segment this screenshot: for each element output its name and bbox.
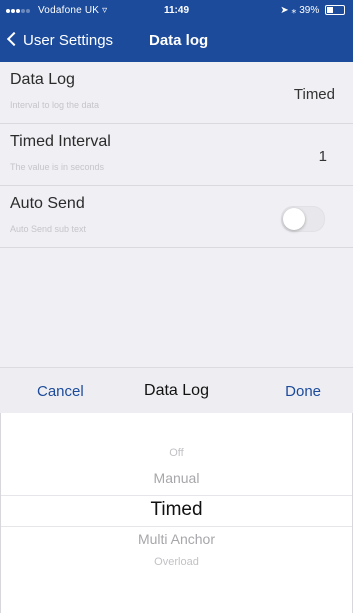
row-auto-send: Auto Send Auto Send sub text <box>0 186 353 248</box>
selection-divider <box>1 526 352 527</box>
battery-info: ➤ ⁎ 39% <box>280 5 345 16</box>
row-title: Timed Interval <box>10 133 111 150</box>
row-value: 1 <box>318 148 327 165</box>
selection-divider <box>1 495 352 496</box>
row-title: Auto Send <box>10 195 85 212</box>
row-subtitle: Interval to log the data <box>10 100 100 110</box>
navigation-bar: User Settings Data log <box>0 22 353 62</box>
picker-option[interactable]: Overload <box>1 556 352 568</box>
bluetooth-icon: ⁎ <box>291 5 297 16</box>
data-log-picker[interactable]: Off Manual Timed Multi Anchor Overload <box>0 413 353 613</box>
chevron-left-icon <box>6 31 22 47</box>
status-bar: Vodafone UK ▿ 11:49 ➤ ⁎ 39% <box>0 0 353 22</box>
picker-option-selected[interactable]: Timed <box>1 499 352 521</box>
back-button-label: User Settings <box>23 32 114 49</box>
picker-toolbar: Cancel Data Log Done <box>0 367 353 414</box>
row-timed-interval[interactable]: Timed Interval The value is in seconds 1 <box>0 124 353 186</box>
picker-option[interactable]: Off <box>1 447 352 459</box>
row-subtitle: The value is in seconds <box>10 162 105 172</box>
picker-option[interactable]: Multi Anchor <box>1 531 352 547</box>
battery-percent: 39% <box>299 5 320 16</box>
toggle-knob <box>283 208 305 230</box>
page-title: Data log <box>149 32 209 49</box>
picker-option[interactable]: Manual <box>1 470 352 486</box>
done-button[interactable]: Done <box>285 383 321 400</box>
battery-icon <box>325 5 345 16</box>
row-subtitle: Auto Send sub text <box>10 224 87 234</box>
back-button[interactable]: User Settings <box>6 31 114 49</box>
screen: Vodafone UK ▿ 11:49 ➤ ⁎ 39% User Setting… <box>0 0 353 613</box>
row-data-log[interactable]: Data Log Interval to log the data Timed <box>0 62 353 124</box>
auto-send-toggle[interactable] <box>281 206 325 232</box>
location-icon: ➤ <box>280 5 289 16</box>
row-value: Timed <box>293 86 335 103</box>
row-title: Data Log <box>10 71 75 88</box>
